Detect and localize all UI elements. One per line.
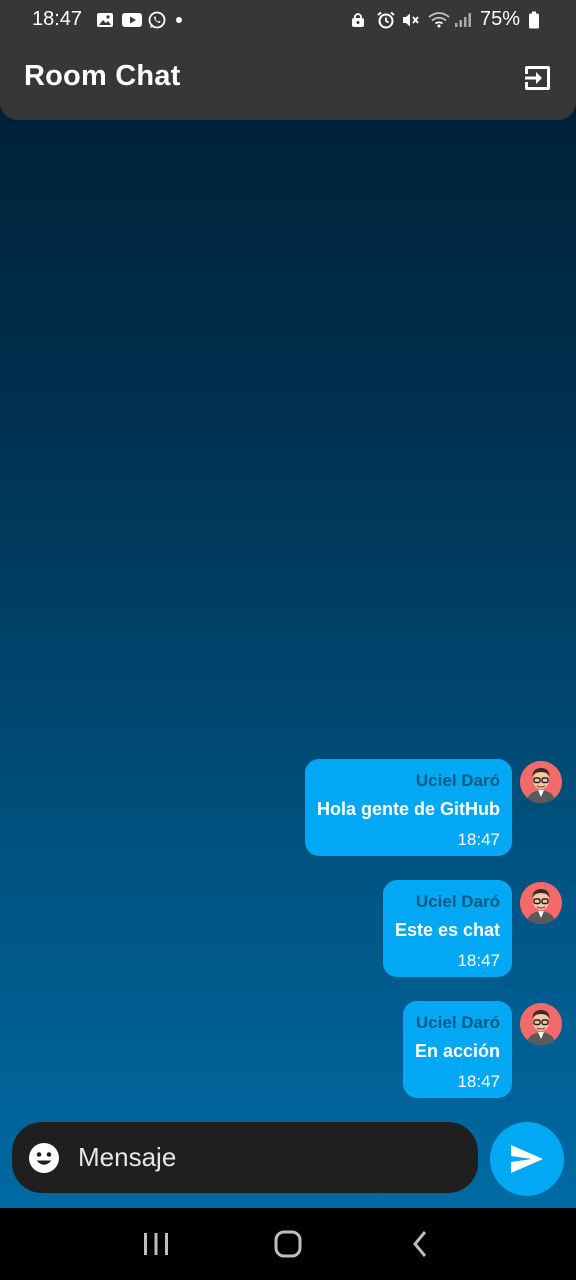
message-text: Hola gente de GitHub <box>316 799 500 819</box>
battery-icon <box>528 11 546 29</box>
chat-screen: 18:47 75% Room Chat Uciel Daró Hola gent… <box>0 0 576 1208</box>
emoji-button[interactable] <box>28 1142 60 1174</box>
youtube-icon <box>122 11 143 27</box>
message-time: 18:47 <box>457 951 500 970</box>
avatar <box>520 1003 562 1045</box>
message-list: Uciel Daró Hola gente de GitHub 18:47 Uc… <box>22 759 562 1098</box>
logout-icon <box>525 66 550 90</box>
app-bar: 18:47 75% Room Chat <box>0 0 576 120</box>
back-icon <box>413 1231 427 1257</box>
status-bar: 18:47 75% <box>0 0 576 38</box>
message-composer <box>12 1122 478 1193</box>
message-item: Uciel Daró Hola gente de GitHub 18:47 <box>304 759 562 856</box>
message-time: 18:47 <box>457 1072 500 1091</box>
message-item: Uciel Daró En acción 18:47 <box>402 1001 562 1098</box>
message-bubble[interactable]: Uciel Daró En acción 18:47 <box>402 1001 512 1098</box>
system-nav-bar <box>0 1208 576 1280</box>
send-icon <box>511 1145 543 1173</box>
send-button[interactable] <box>490 1122 564 1196</box>
battery-percent: 75% <box>479 7 520 30</box>
lock-icon <box>350 11 368 27</box>
dot-icon <box>174 11 192 27</box>
avatar <box>520 882 562 924</box>
recents-icon <box>144 1233 168 1255</box>
message-bubble[interactable]: Uciel Daró Este es chat 18:47 <box>382 880 512 977</box>
alarm-icon <box>376 11 395 29</box>
mute-icon <box>402 11 420 27</box>
page-title: Room Chat <box>24 60 181 92</box>
logout-button[interactable] <box>520 60 556 96</box>
home-button[interactable] <box>258 1214 318 1274</box>
back-button[interactable] <box>390 1214 450 1274</box>
message-author: Uciel Daró <box>415 1013 500 1032</box>
avatar <box>520 761 562 803</box>
gallery-icon <box>96 11 114 27</box>
message-author: Uciel Daró <box>415 771 500 790</box>
wifi-icon <box>428 11 450 28</box>
message-author: Uciel Daró <box>415 892 500 911</box>
signal-icon <box>454 11 472 27</box>
whatsapp-icon <box>148 11 166 29</box>
message-time: 18:47 <box>457 830 500 849</box>
emoji-icon <box>29 1142 59 1173</box>
message-text: En acción <box>414 1041 500 1061</box>
message-item: Uciel Daró Este es chat 18:47 <box>382 880 562 977</box>
home-icon <box>274 1230 302 1258</box>
message-text: Este es chat <box>394 920 500 940</box>
recents-button[interactable] <box>126 1214 186 1274</box>
status-time: 18:47 <box>32 7 83 30</box>
message-input[interactable] <box>78 1142 458 1173</box>
message-bubble[interactable]: Uciel Daró Hola gente de GitHub 18:47 <box>304 759 512 856</box>
